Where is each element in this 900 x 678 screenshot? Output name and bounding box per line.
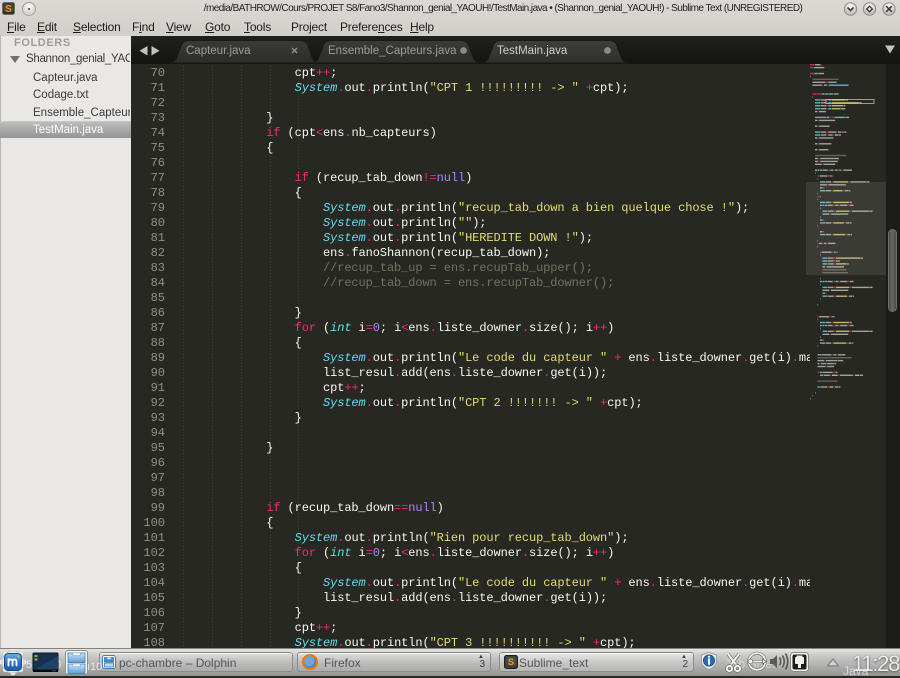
- svg-text:Capteur.java: Capteur.java: [186, 45, 251, 57]
- svg-text:S: S: [5, 4, 12, 15]
- svg-text:Ensemble_Capteurs.java: Ensemble_Capteurs.java: [328, 45, 457, 57]
- svg-text:S: S: [508, 657, 514, 667]
- svg-text:TestMain.java: TestMain.java: [497, 45, 568, 57]
